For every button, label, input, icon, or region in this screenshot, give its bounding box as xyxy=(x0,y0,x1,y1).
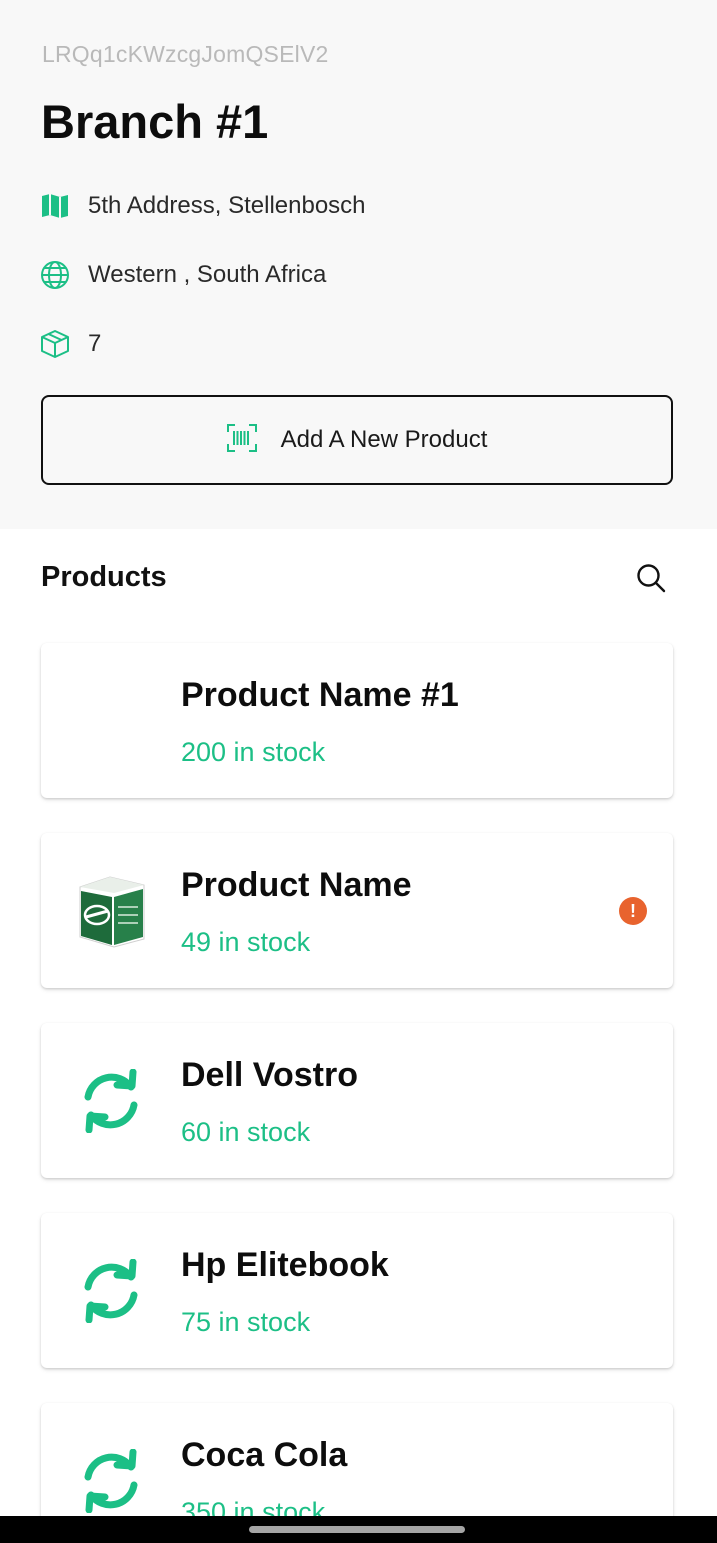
globe-icon xyxy=(40,260,70,290)
branch-id: LRQq1cKWzcgJomQSElV2 xyxy=(42,41,329,67)
products-section-title: Products xyxy=(41,561,167,593)
product-stock: 60 in stock xyxy=(181,1117,311,1147)
product-name: Product Name xyxy=(181,866,412,904)
product-count: 7 xyxy=(88,330,102,357)
address-row: 5th Address, Stellenbosch xyxy=(40,190,366,222)
branch-address: 5th Address, Stellenbosch xyxy=(88,192,366,219)
product-card[interactable]: Product Name #1 200 in stock xyxy=(41,643,673,798)
box-icon xyxy=(40,329,70,359)
product-thumbnail-image xyxy=(73,871,149,951)
product-card[interactable]: Product Name 49 in stock ! xyxy=(41,833,673,988)
sync-icon xyxy=(73,1251,149,1331)
branch-title: Branch #1 xyxy=(41,95,269,148)
product-card[interactable]: Hp Elitebook 75 in stock xyxy=(41,1213,673,1368)
product-count-row: 7 xyxy=(40,328,101,360)
region-row: Western , South Africa xyxy=(40,259,326,291)
add-new-product-label: Add A New Product xyxy=(280,426,488,453)
product-stock: 49 in stock xyxy=(181,927,311,957)
branch-header: LRQq1cKWzcgJomQSElV2 Branch #1 5th Addre… xyxy=(0,0,717,529)
search-icon xyxy=(637,564,666,593)
product-name: Coca Cola xyxy=(181,1436,348,1474)
product-card[interactable]: Dell Vostro 60 in stock xyxy=(41,1023,673,1178)
product-name: Dell Vostro xyxy=(181,1056,358,1094)
product-thumbnail-empty xyxy=(73,681,149,761)
sync-icon xyxy=(73,1441,149,1521)
product-stock: 75 in stock xyxy=(181,1307,311,1337)
system-navigation-bar xyxy=(0,1516,717,1543)
product-name: Hp Elitebook xyxy=(181,1246,389,1284)
branch-region: Western , South Africa xyxy=(88,261,327,288)
barcode-scan-icon xyxy=(226,423,257,457)
search-button[interactable] xyxy=(632,559,670,597)
add-new-product-button[interactable]: Add A New Product xyxy=(41,395,673,485)
product-name: Product Name #1 xyxy=(181,676,459,714)
warning-alert-icon[interactable]: ! xyxy=(619,897,647,925)
sync-icon xyxy=(73,1061,149,1141)
product-stock: 200 in stock xyxy=(181,737,326,767)
branch-detail-screen: LRQq1cKWzcgJomQSElV2 Branch #1 5th Addre… xyxy=(0,0,717,1543)
home-gesture-handle[interactable] xyxy=(249,1526,465,1533)
map-icon xyxy=(40,191,70,221)
